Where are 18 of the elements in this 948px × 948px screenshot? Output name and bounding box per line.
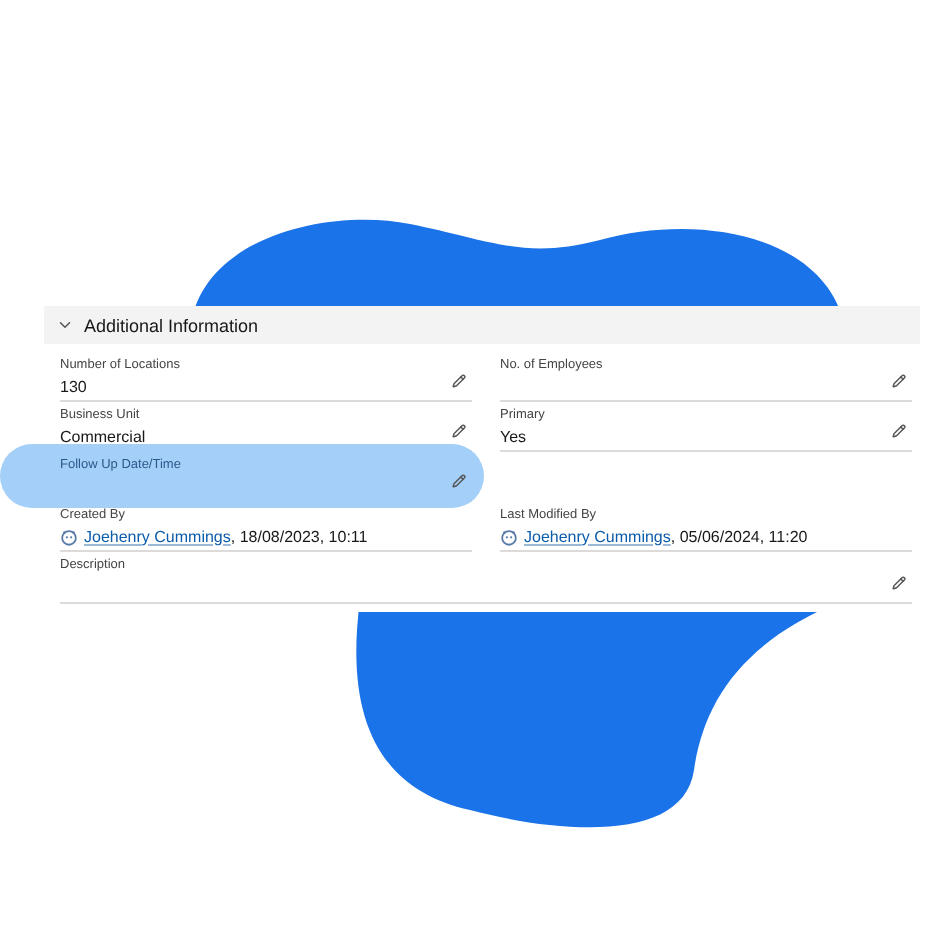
section-header[interactable]: Additional Information (44, 306, 920, 344)
pencil-icon[interactable] (892, 374, 906, 388)
pencil-icon[interactable] (452, 474, 466, 488)
field-value: Yes (500, 427, 527, 445)
user-link[interactable]: Joehenry Cummings (524, 527, 671, 545)
section-title: Additional Information (84, 315, 259, 335)
user-icon (60, 527, 78, 545)
chevron-icon (56, 316, 74, 334)
pencil-icon[interactable] (892, 424, 906, 438)
user-link[interactable]: Joehenry Cummings (84, 527, 231, 545)
pencil-icon[interactable] (452, 374, 466, 388)
pencil-icon[interactable] (452, 424, 466, 438)
audit-text: Joehenry Cummings, 05/06/2024, 11:20 (524, 527, 808, 545)
pencil-icon[interactable] (892, 576, 906, 590)
field-value: 130 (60, 377, 87, 395)
audit-text: Joehenry Cummings, 18/08/2023, 10:11 (84, 527, 368, 545)
field-value: Commercial (60, 427, 146, 445)
user-icon (500, 527, 518, 545)
